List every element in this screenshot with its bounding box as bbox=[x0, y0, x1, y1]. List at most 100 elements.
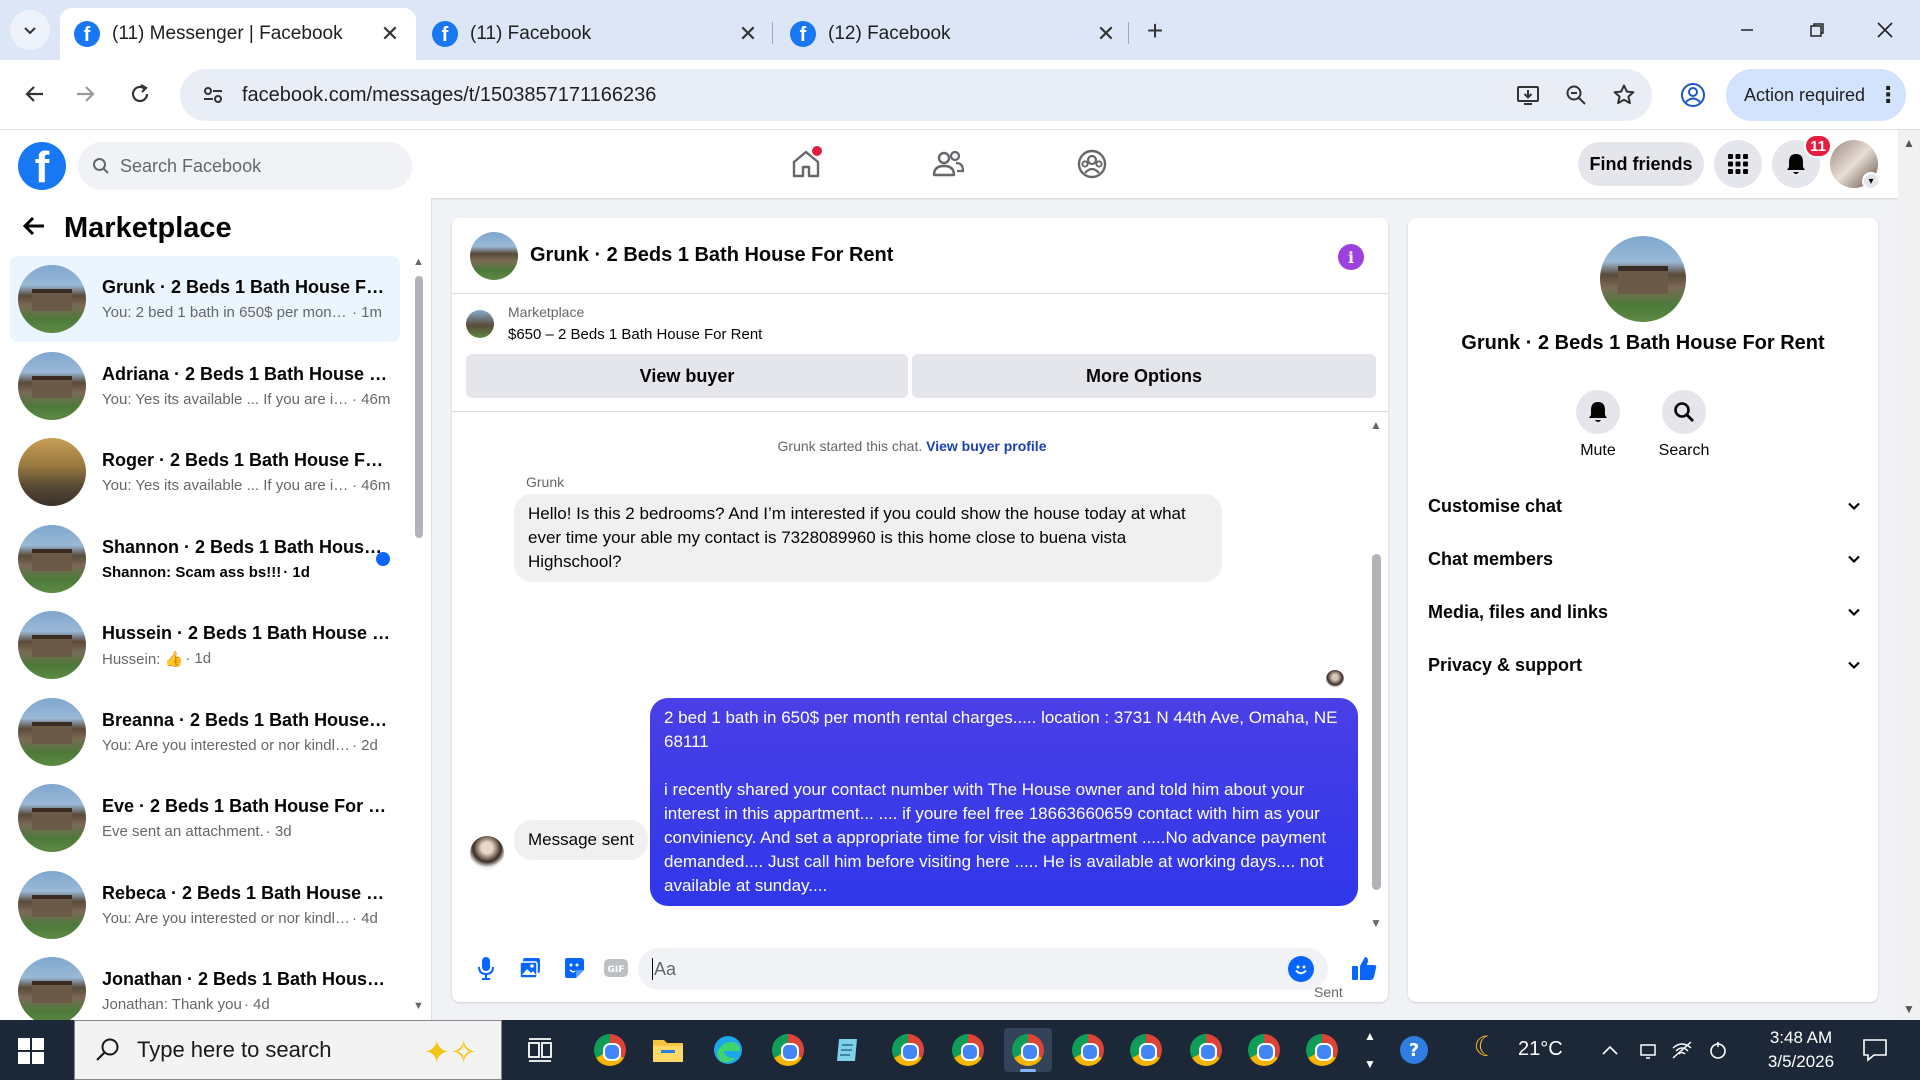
reload-button[interactable] bbox=[120, 74, 160, 114]
taskbar-chrome[interactable] bbox=[586, 1028, 634, 1072]
conversation-item[interactable]: Roger · 2 Beds 1 Bath House For Rent You:… bbox=[10, 429, 400, 515]
notification-center-icon[interactable] bbox=[1860, 1038, 1890, 1062]
scroll-down-arrow-icon[interactable]: ▼ bbox=[1903, 1002, 1915, 1016]
taskbar-edge[interactable] bbox=[704, 1028, 752, 1072]
taskbar-chrome-window-active[interactable] bbox=[1004, 1028, 1052, 1072]
incoming-message-sent-bubble[interactable]: Message sent bbox=[514, 820, 648, 860]
taskbar-chrome-window[interactable] bbox=[1064, 1028, 1112, 1072]
conversation-item[interactable]: Eve · 2 Beds 1 Bath House For Rent Eve se… bbox=[10, 775, 400, 861]
facebook-logo[interactable]: f bbox=[18, 142, 66, 190]
chat-members-section[interactable]: Chat members bbox=[1428, 537, 1862, 581]
site-info-icon[interactable] bbox=[190, 84, 236, 106]
taskbar-scroll-up-icon[interactable]: ▲ bbox=[1358, 1024, 1382, 1048]
weather-moon-icon[interactable]: ☾ bbox=[1473, 1031, 1498, 1062]
incoming-message-bubble[interactable]: Hello! Is this 2 bedrooms? And I’m inter… bbox=[514, 494, 1222, 582]
taskbar-chrome-window[interactable] bbox=[1240, 1028, 1288, 1072]
network-off-icon[interactable] bbox=[1670, 1038, 1694, 1062]
gif-button[interactable]: GIF bbox=[600, 952, 632, 984]
tab-facebook-12[interactable]: f (12) Facebook ✕ bbox=[776, 8, 1132, 60]
attach-photo-button[interactable] bbox=[514, 952, 546, 984]
sender-avatar[interactable] bbox=[470, 836, 504, 870]
emoji-icon[interactable] bbox=[1288, 956, 1314, 982]
nav-friends[interactable] bbox=[888, 138, 1008, 190]
taskbar-chrome-window[interactable] bbox=[1182, 1028, 1230, 1072]
scrollbar-thumb[interactable] bbox=[1372, 554, 1381, 890]
info-avatar[interactable] bbox=[1600, 236, 1686, 322]
address-bar[interactable]: facebook.com/messages/t/1503857171166236 bbox=[180, 69, 1652, 121]
tab-facebook-11[interactable]: f (11) Facebook ✕ bbox=[418, 8, 774, 60]
nav-home[interactable] bbox=[746, 138, 866, 190]
facebook-search-input[interactable]: Search Facebook bbox=[78, 142, 412, 190]
conversation-item[interactable]: Jonathan · 2 Beds 1 Bath House For Rent J… bbox=[10, 948, 400, 1020]
view-buyer-profile-link[interactable]: View buyer profile bbox=[926, 438, 1046, 454]
volume-icon[interactable] bbox=[1706, 1038, 1730, 1062]
mute-button[interactable] bbox=[1576, 390, 1620, 434]
chat-avatar[interactable] bbox=[470, 231, 518, 280]
nav-groups[interactable] bbox=[1032, 138, 1152, 190]
taskbar-search-input[interactable]: Type here to search ✦✧ bbox=[74, 1020, 502, 1080]
customise-chat-section[interactable]: Customise chat bbox=[1428, 484, 1862, 528]
taskbar-file-explorer[interactable] bbox=[644, 1028, 692, 1072]
conversation-item[interactable]: Hussein · 2 Beds 1 Bath House For Rent Hu… bbox=[10, 602, 400, 688]
outgoing-message-bubble[interactable]: 2 bed 1 bath in 650$ per month rental ch… bbox=[650, 698, 1358, 906]
scroll-up-arrow-icon[interactable]: ▲ bbox=[413, 256, 424, 268]
action-required-button[interactable]: Action required ⋮ bbox=[1726, 69, 1906, 121]
conversation-item[interactable]: Adriana · 2 Beds 1 Bath House For Rent Yo… bbox=[10, 343, 400, 429]
voice-clip-button[interactable] bbox=[470, 952, 502, 984]
conversation-item[interactable]: Grunk · 2 Beds 1 Bath House For Rent You:… bbox=[10, 256, 400, 342]
send-like-button[interactable] bbox=[1348, 952, 1380, 984]
scroll-up-arrow-icon[interactable]: ▲ bbox=[1370, 418, 1382, 432]
taskbar-chrome-window[interactable] bbox=[944, 1028, 992, 1072]
conversation-item[interactable]: Shannon · 2 Beds 1 Bath House For Rent Sh… bbox=[10, 516, 400, 602]
task-view-button[interactable] bbox=[516, 1028, 564, 1072]
listing-title[interactable]: $650 – 2 Beds 1 Bath House For Rent bbox=[508, 326, 762, 343]
taskbar-notepad[interactable] bbox=[824, 1028, 872, 1072]
forward-button[interactable] bbox=[66, 74, 106, 114]
close-window-button[interactable] bbox=[1860, 10, 1910, 50]
minimize-button[interactable] bbox=[1722, 10, 1772, 50]
taskbar-scroll-down-icon[interactable]: ▼ bbox=[1358, 1052, 1382, 1076]
taskbar-chrome-window[interactable] bbox=[1122, 1028, 1170, 1072]
view-buyer-button[interactable]: View buyer bbox=[466, 354, 908, 398]
install-app-icon[interactable] bbox=[1508, 75, 1548, 115]
privacy-support-section[interactable]: Privacy & support bbox=[1428, 643, 1862, 687]
mute-action[interactable]: Mute bbox=[1558, 390, 1638, 460]
chat-scrollbar[interactable]: ▲ ▼ bbox=[1368, 416, 1384, 930]
conversation-item[interactable]: Rebeca · 2 Beds 1 Bath House For Rent You… bbox=[10, 862, 400, 948]
page-scrollbar[interactable]: ▲ ▼ bbox=[1898, 130, 1920, 1020]
bookmark-star-icon[interactable] bbox=[1604, 75, 1644, 115]
zoom-icon[interactable] bbox=[1556, 75, 1596, 115]
message-input[interactable]: Aa bbox=[638, 948, 1328, 990]
more-vertical-icon[interactable]: ⋮ bbox=[1877, 84, 1899, 106]
taskbar-help[interactable]: ? bbox=[1390, 1028, 1438, 1072]
search-action[interactable]: Search bbox=[1644, 390, 1724, 460]
taskbar-chrome-window[interactable] bbox=[1298, 1028, 1346, 1072]
taskbar-chrome-profile[interactable] bbox=[764, 1028, 812, 1072]
scroll-down-arrow-icon[interactable]: ▼ bbox=[413, 1000, 424, 1012]
tab-messenger[interactable]: f (11) Messenger | Facebook ✕ bbox=[60, 8, 416, 60]
chevron-down-icon[interactable]: ▾ bbox=[1862, 172, 1880, 190]
display-icon[interactable] bbox=[1636, 1038, 1660, 1062]
temperature[interactable]: 21°C bbox=[1518, 1038, 1563, 1061]
scroll-up-arrow-icon[interactable]: ▲ bbox=[1903, 136, 1915, 150]
scrollbar-thumb[interactable] bbox=[415, 276, 423, 538]
back-button[interactable] bbox=[14, 74, 54, 114]
close-tab-icon[interactable]: ✕ bbox=[378, 21, 402, 47]
windows-start-icon[interactable] bbox=[18, 1038, 44, 1064]
tab-search-button[interactable] bbox=[10, 10, 50, 50]
chat-title[interactable]: Grunk · 2 Beds 1 Bath House For Rent bbox=[530, 244, 893, 267]
scroll-down-arrow-icon[interactable]: ▼ bbox=[1370, 916, 1382, 930]
taskbar-chrome-window[interactable] bbox=[884, 1028, 932, 1072]
new-tab-button[interactable]: + bbox=[1138, 14, 1172, 48]
browser-profile-button[interactable] bbox=[1672, 74, 1714, 116]
close-tab-icon[interactable]: ✕ bbox=[736, 21, 760, 47]
find-friends-button[interactable]: Find friends bbox=[1578, 142, 1704, 186]
media-files-links-section[interactable]: Media, files and links bbox=[1428, 590, 1862, 634]
show-hidden-icons-icon[interactable] bbox=[1598, 1038, 1622, 1062]
info-icon[interactable]: i bbox=[1338, 244, 1364, 270]
more-options-button[interactable]: More Options bbox=[912, 354, 1376, 398]
sticker-button[interactable] bbox=[558, 952, 590, 984]
system-clock[interactable]: 3:48 AM 3/5/2026 bbox=[1746, 1026, 1856, 1074]
sidebar-scrollbar[interactable]: ▲ ▼ bbox=[412, 252, 426, 1012]
menu-button[interactable] bbox=[1714, 140, 1762, 188]
